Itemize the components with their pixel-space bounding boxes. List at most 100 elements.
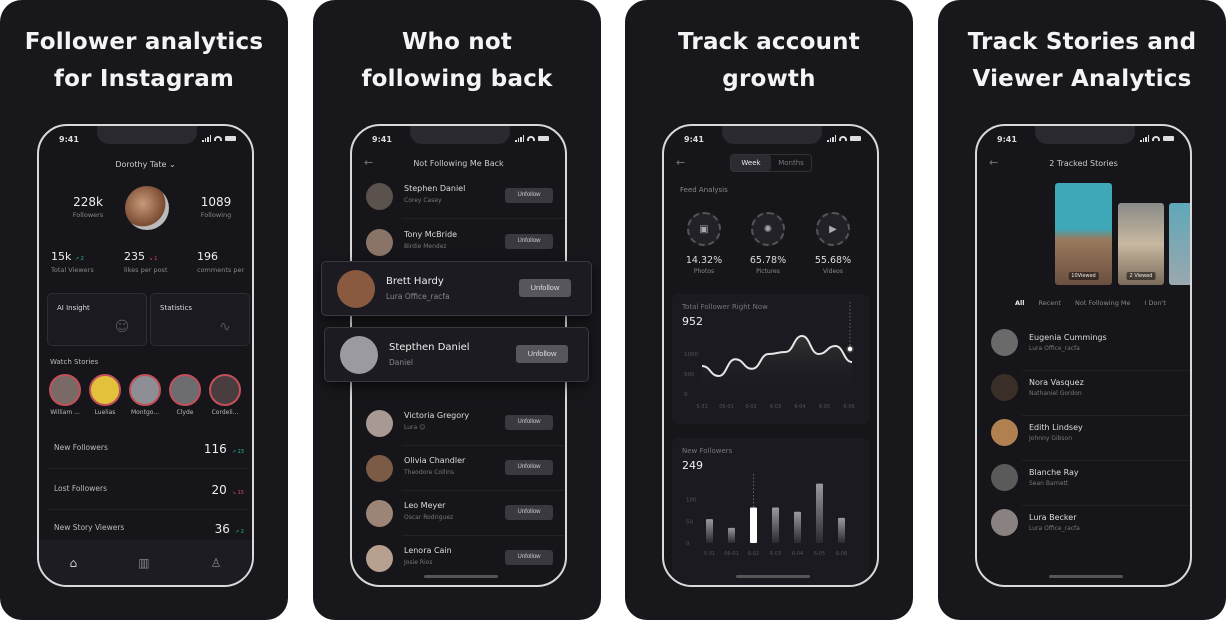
stories-row: William ... Luelias Montgo... Clyde Cord…: [49, 374, 241, 416]
story-item[interactable]: Montgo...: [129, 374, 161, 416]
filter-recent[interactable]: Recent: [1039, 299, 1061, 307]
tab-bar: ⌂ ▥ ♙: [39, 540, 252, 585]
x-tick-label: 6-02: [748, 551, 759, 557]
unfollow-button[interactable]: Unfollow: [505, 188, 553, 203]
chart-title: New Followers: [682, 447, 733, 455]
story-item[interactable]: Luelias: [89, 374, 121, 416]
unfollow-button[interactable]: Unfollow: [505, 550, 553, 565]
chart-current-value: 249: [682, 459, 703, 472]
x-tick-label: 6-04: [794, 404, 805, 410]
lost-followers-row[interactable]: Lost Followers 20 ↘ 15: [49, 478, 249, 510]
viewer-row[interactable]: Eugenia Cummings Lura Office_racfa: [977, 326, 1190, 371]
wifi-icon: [214, 136, 222, 141]
notch: [410, 126, 510, 144]
viewer-row[interactable]: Edith Lindsey Johnny Gibson: [977, 416, 1190, 461]
new-story-viewers-row[interactable]: New Story Viewers 36 ↗ 2: [54, 517, 244, 537]
battery-icon: [225, 136, 236, 141]
story-avatar: [209, 374, 241, 406]
user-row: Lenora Cain Josie Rios Unfollow: [352, 540, 565, 585]
feed-label: Pictures: [756, 268, 780, 275]
viewer-name: Edith Lindsey: [1029, 423, 1083, 432]
viewer-sub: Johnny Gibson: [1029, 435, 1073, 442]
feed-label: Videos: [823, 268, 843, 275]
user-name: Tony McBride: [404, 230, 458, 239]
viewer-row[interactable]: Lura Becker Lura Office_racfa: [977, 506, 1190, 551]
story-avatar: [169, 374, 201, 406]
story-avatar: [89, 374, 121, 406]
story-item[interactable]: Cordeli...: [209, 374, 241, 416]
divider: [49, 509, 249, 510]
line-chart-svg: 0 500 1000 5-31 06-01 6-02 6-03 6-04 6-05 6-06: [684, 302, 855, 410]
unfollow-button[interactable]: Unfollow: [505, 460, 553, 475]
followers-value: 228k: [73, 195, 103, 209]
phone-frame: 9:41 Dorothy Tate ⌄ 228k Followers 1089 …: [37, 124, 254, 587]
screenshot-panel-story-analytics: Track Stories and Viewer Analytics 9:41 …: [938, 0, 1226, 620]
filter-all[interactable]: All: [1015, 299, 1025, 307]
aperture-icon: ✺: [751, 212, 785, 246]
ai-insight-card[interactable]: AI Insight ☺: [47, 293, 147, 346]
home-icon[interactable]: ⌂: [70, 556, 78, 570]
wifi-icon: [839, 136, 847, 141]
viewer-sub: Nathaniel Gordon: [1029, 390, 1082, 397]
followers-label: Followers: [72, 211, 104, 219]
user-name: Olivia Chandler: [404, 456, 466, 465]
stat-value: 235: [124, 250, 145, 263]
chart-current-value: 952: [682, 315, 703, 328]
tracked-story-card[interactable]: 10Viewed: [1055, 183, 1112, 285]
unfollow-button[interactable]: Unfollow: [516, 345, 568, 363]
filter-i-dont-follow[interactable]: I Don't: [1145, 299, 1166, 307]
filter-not-following-me[interactable]: Not Following Me: [1075, 299, 1131, 307]
viewer-row[interactable]: Blanche Ray Sean Barnett: [977, 461, 1190, 506]
statistics-card[interactable]: Statistics ∿: [150, 293, 250, 346]
battery-icon: [1163, 136, 1174, 141]
x-tick-label: 6-04: [792, 551, 803, 557]
card-title: AI Insight: [57, 304, 90, 312]
new-followers-row[interactable]: New Followers 116 ↗ 23: [49, 437, 249, 469]
nav-title: 2 Tracked Stories: [1049, 159, 1118, 168]
wifi-icon: [527, 136, 535, 141]
unfollow-button[interactable]: Unfollow: [505, 234, 553, 249]
bar: [706, 519, 713, 543]
status-time: 9:41: [372, 135, 392, 144]
stat-value: 196: [197, 250, 218, 263]
tracked-story-card[interactable]: 2 Viewed: [1118, 203, 1164, 285]
home-indicator: [736, 575, 810, 578]
image-icon: ▣: [687, 212, 721, 246]
y-tick-label: 1000: [684, 352, 698, 358]
user-sub: Birdie Mendez: [404, 243, 447, 250]
metric-label: Lost Followers: [54, 483, 107, 493]
story-item[interactable]: William ...: [49, 374, 81, 416]
unfollow-button[interactable]: Unfollow: [519, 279, 571, 297]
user-sub: Theodore Collins: [404, 469, 455, 476]
back-arrow-icon[interactable]: ←: [676, 156, 685, 169]
viewer-row[interactable]: Nora Vasquez Nathaniel Gordon: [977, 371, 1190, 416]
following-label: Following: [200, 211, 232, 219]
viewer-name: Lura Becker: [1029, 513, 1077, 522]
tracked-story-card[interactable]: [1169, 203, 1190, 285]
screenshot-panel-account-growth: Track account growth 9:41 ← Week Months …: [625, 0, 913, 620]
trend-down-delta: ↘ 15: [231, 489, 244, 496]
profile-icon[interactable]: ♙: [211, 556, 222, 570]
unfollow-button[interactable]: Unfollow: [505, 415, 553, 430]
story-avatar: [129, 374, 161, 406]
wifi-icon: [1152, 136, 1160, 141]
segment-months[interactable]: Months: [771, 155, 811, 171]
period-segmented-control: Week Months: [730, 154, 812, 172]
feed-value: 14.32%: [685, 255, 723, 266]
viewed-badge: 10Viewed: [1068, 272, 1099, 280]
viewer-avatar: [991, 419, 1018, 446]
unfollow-button[interactable]: Unfollow: [505, 505, 553, 520]
chevron-down-icon: ⌄: [168, 160, 176, 169]
bar-chart-icon[interactable]: ▥: [138, 556, 149, 570]
story-item[interactable]: Clyde: [169, 374, 201, 416]
segment-week[interactable]: Week: [731, 155, 771, 171]
feed-value: 55.68%: [814, 255, 852, 266]
status-icons: [827, 135, 861, 142]
account-switcher[interactable]: Dorothy Tate ⌄: [39, 160, 252, 169]
status-icons: [1140, 135, 1174, 142]
profile-avatar[interactable]: [125, 186, 169, 230]
user-name: Stephen Daniel: [404, 184, 466, 193]
viewer-sub: Lura Office_racfa: [1029, 345, 1080, 352]
y-tick-label: 500: [684, 372, 695, 378]
following-value: 1089: [200, 195, 232, 209]
